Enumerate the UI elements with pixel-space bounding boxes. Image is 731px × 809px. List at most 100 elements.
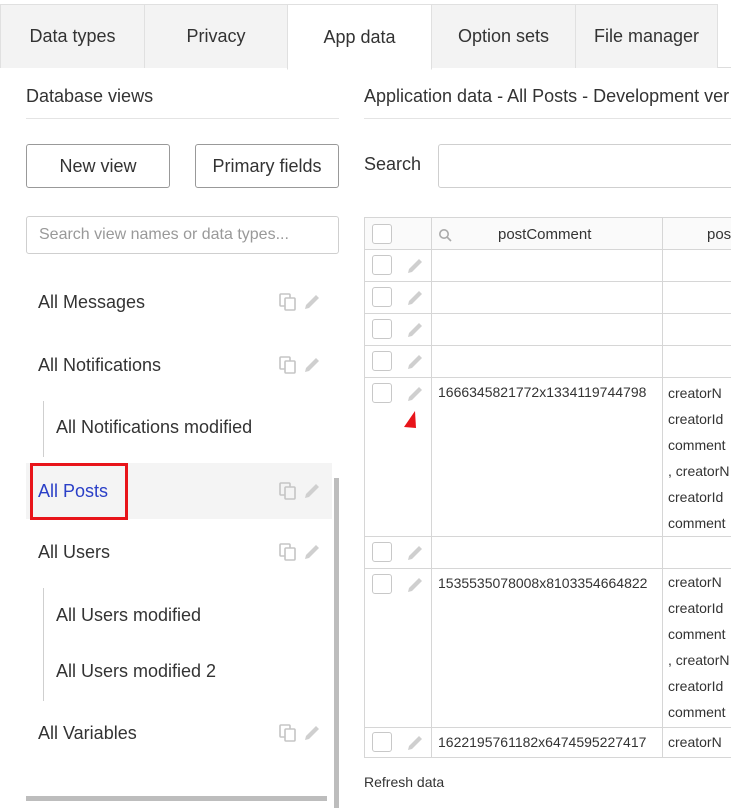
- table-cell[interactable]: [663, 250, 731, 282]
- divider: [26, 118, 339, 119]
- view-item-all-notifications[interactable]: All Notifications: [26, 337, 332, 393]
- pencil-icon[interactable]: [302, 292, 322, 312]
- view-label: All Users modified 2: [56, 660, 217, 681]
- table-cell[interactable]: creatorN: [663, 728, 731, 758]
- primary-fields-button[interactable]: Primary fields: [195, 144, 339, 188]
- row-checkbox[interactable]: [372, 383, 392, 403]
- table-cell[interactable]: 1535535078008x81033546648​22: [432, 569, 663, 728]
- tab-bar: Data types Privacy App data Option sets …: [0, 0, 731, 70]
- view-label: All Notifications modified: [56, 416, 253, 437]
- row-checkbox[interactable]: [372, 574, 392, 594]
- copy-icon[interactable]: [278, 723, 298, 743]
- table-cell[interactable]: [663, 346, 731, 378]
- post-comment-value: 1535535078008x81033546648​22: [438, 575, 648, 591]
- application-data-title: Application data - All Posts - Developme…: [364, 86, 730, 106]
- tab-file-manager[interactable]: File manager: [575, 4, 718, 68]
- view-item-all-messages[interactable]: All Messages: [26, 274, 332, 330]
- pencil-icon[interactable]: [405, 352, 425, 372]
- red-cursor-marker: [404, 411, 416, 428]
- header-select-cell: [364, 217, 432, 250]
- table-cell[interactable]: [432, 314, 663, 346]
- row-checkbox[interactable]: [372, 319, 392, 339]
- pencil-icon[interactable]: [405, 733, 425, 753]
- cell-line: creatorId: [668, 678, 724, 694]
- table-cell[interactable]: [663, 537, 731, 569]
- table-row-controls: [364, 378, 432, 537]
- row-checkbox[interactable]: [372, 351, 392, 371]
- copy-icon[interactable]: [278, 292, 298, 312]
- view-label: All Notifications: [38, 354, 162, 375]
- pencil-icon[interactable]: [302, 355, 322, 375]
- view-item-all-users-modified[interactable]: All Users modified: [26, 587, 332, 643]
- pencil-icon[interactable]: [405, 256, 425, 276]
- database-views-panel: Database views New view Primary fields A…: [0, 68, 345, 809]
- post-comment-value: 1666345821772x13341197447​98: [438, 384, 647, 400]
- table-row-controls: [364, 282, 432, 314]
- view-label: All Users: [38, 541, 111, 562]
- cell-line: comment: [668, 626, 726, 642]
- table-cell[interactable]: creatorN creatorId comment , creatorN cr…: [663, 378, 731, 537]
- pencil-icon[interactable]: [405, 320, 425, 340]
- view-label: All Users modified: [56, 604, 202, 625]
- row-checkbox[interactable]: [372, 732, 392, 752]
- tab-option-sets[interactable]: Option sets: [431, 4, 576, 68]
- column-header-pos[interactable]: pos: [663, 217, 731, 250]
- select-all-checkbox[interactable]: [372, 224, 392, 244]
- cell-line: comment: [668, 437, 726, 453]
- view-item-all-users[interactable]: All Users: [26, 524, 332, 580]
- divider: [364, 118, 731, 119]
- table-row-controls: [364, 346, 432, 378]
- cell-line: comment: [668, 515, 726, 531]
- refresh-data-link[interactable]: Refresh data: [364, 774, 444, 790]
- horizontal-scrollbar[interactable]: [26, 796, 327, 801]
- pencil-icon[interactable]: [405, 575, 425, 595]
- view-item-all-variables[interactable]: All Variables: [26, 705, 332, 761]
- cell-line: , creatorN: [668, 463, 730, 479]
- view-label: All Messages: [38, 291, 146, 312]
- copy-icon[interactable]: [278, 542, 298, 562]
- pencil-icon[interactable]: [405, 288, 425, 308]
- table-cell[interactable]: [432, 250, 663, 282]
- view-actions: [278, 542, 322, 562]
- pencil-icon[interactable]: [302, 481, 322, 501]
- pencil-icon[interactable]: [405, 384, 425, 404]
- table-cell[interactable]: [432, 537, 663, 569]
- view-item-all-users-modified-2[interactable]: All Users modified 2: [26, 643, 332, 699]
- table-cell[interactable]: [432, 282, 663, 314]
- column-header-label: pos: [707, 226, 731, 243]
- search-views-input[interactable]: [26, 216, 339, 254]
- table-cell[interactable]: [432, 346, 663, 378]
- tab-privacy[interactable]: Privacy: [144, 4, 288, 68]
- cell-lines: creatorN creatorId comment , creatorN cr…: [668, 569, 729, 725]
- table-cell[interactable]: creatorN creatorId comment , creatorN cr…: [663, 569, 731, 728]
- table-cell[interactable]: [663, 314, 731, 346]
- search-data-input[interactable]: [438, 144, 731, 188]
- table-cell[interactable]: [663, 282, 731, 314]
- new-view-button[interactable]: New view: [26, 144, 170, 188]
- search-icon[interactable]: [438, 228, 452, 242]
- table-cell[interactable]: 1666345821772x13341197447​98: [432, 378, 663, 537]
- cell-line: creatorN: [668, 385, 722, 401]
- pencil-icon[interactable]: [405, 543, 425, 563]
- cell-line: creatorN: [668, 734, 722, 750]
- selection-highlight-box: [30, 463, 128, 520]
- row-checkbox[interactable]: [372, 542, 392, 562]
- cell-line: creatorId: [668, 411, 724, 427]
- copy-icon[interactable]: [278, 355, 298, 375]
- table-row-controls: [364, 728, 432, 758]
- table-row-controls: [364, 537, 432, 569]
- copy-icon[interactable]: [278, 481, 298, 501]
- pencil-icon[interactable]: [302, 723, 322, 743]
- row-checkbox[interactable]: [372, 255, 392, 275]
- tab-data-types[interactable]: Data types: [0, 4, 145, 68]
- tab-app-data[interactable]: App data: [287, 4, 432, 70]
- view-item-all-notifications-modified[interactable]: All Notifications modified: [26, 399, 332, 455]
- view-label: All Variables: [38, 722, 137, 743]
- pencil-icon[interactable]: [302, 542, 322, 562]
- view-actions: [278, 355, 322, 375]
- row-checkbox[interactable]: [372, 287, 392, 307]
- post-comment-value: 1622195761182x64745952274​17: [438, 734, 647, 750]
- column-header-postcomment[interactable]: postComment: [432, 217, 663, 250]
- vertical-scrollbar[interactable]: [334, 478, 339, 808]
- table-cell[interactable]: 1622195761182x64745952274​17: [432, 728, 663, 758]
